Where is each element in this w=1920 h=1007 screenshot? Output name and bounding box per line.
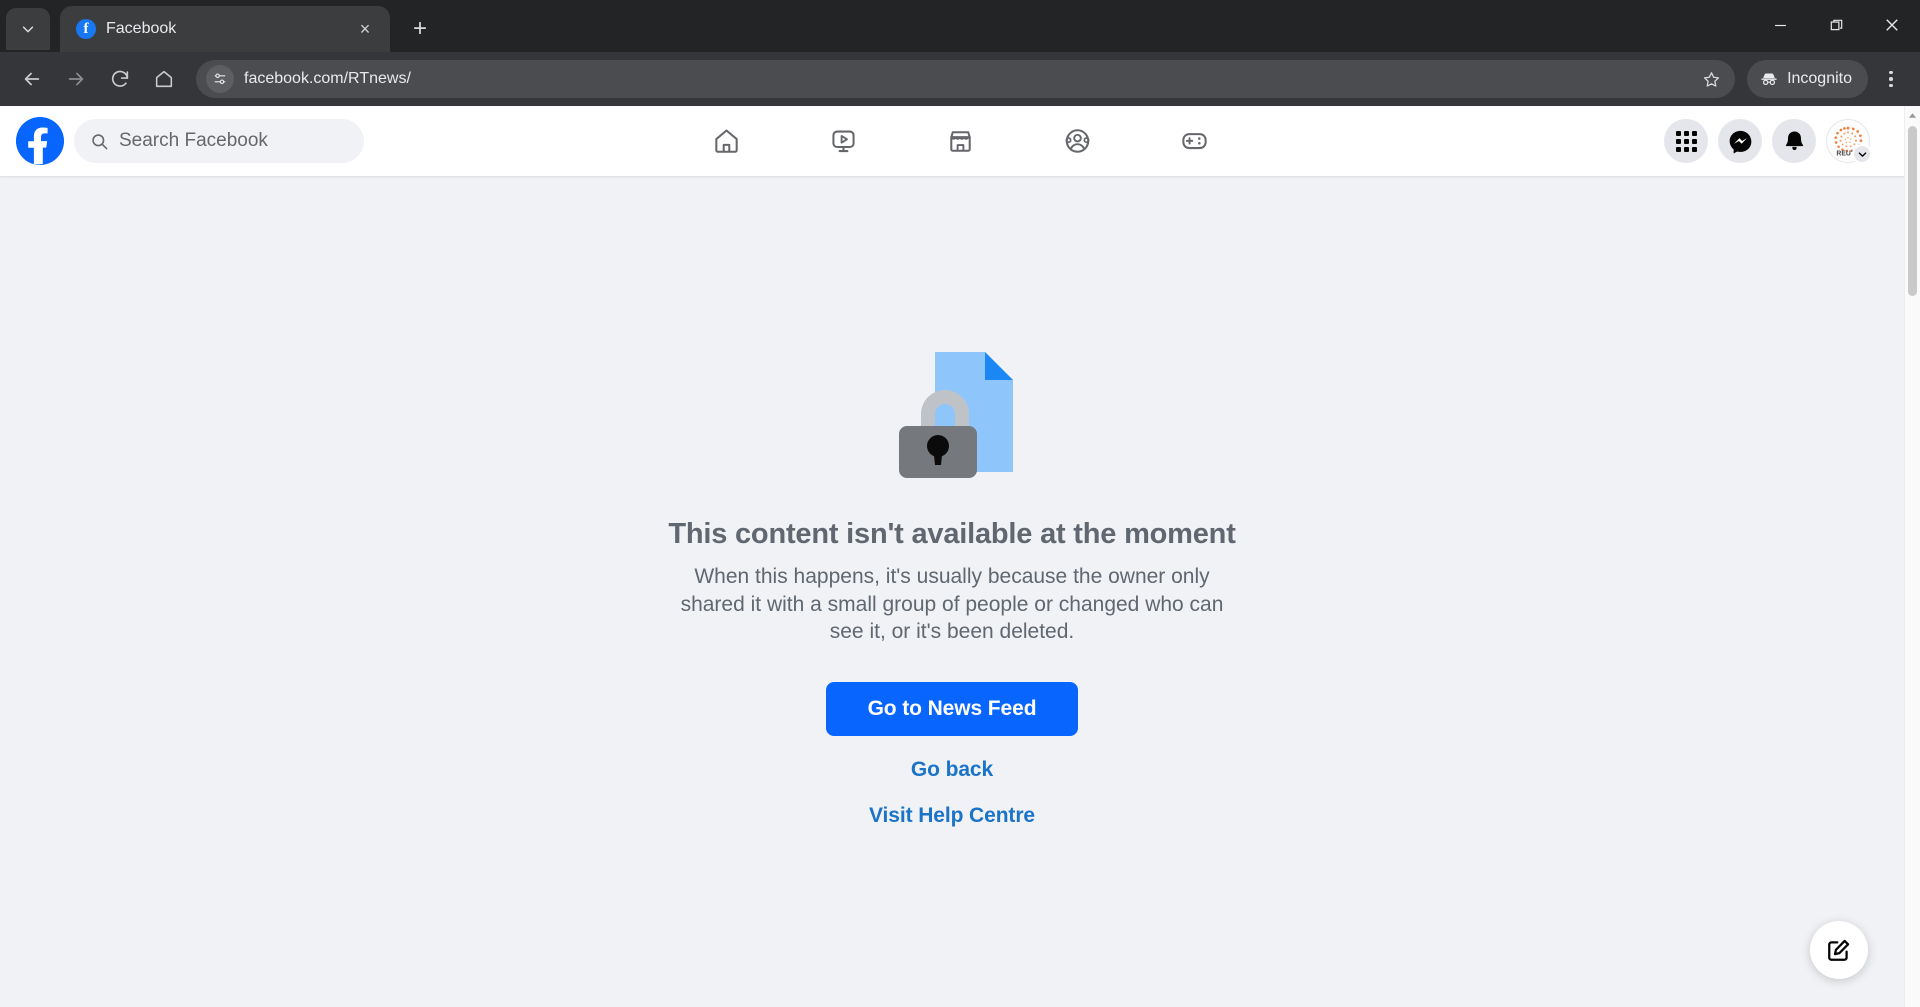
incognito-label: Incognito	[1787, 70, 1852, 87]
go-back-link[interactable]: Go back	[911, 758, 993, 782]
gaming-icon	[1181, 133, 1207, 150]
menu-grid-button[interactable]	[1664, 119, 1708, 163]
nav-tab-home[interactable]	[668, 112, 785, 170]
back-button[interactable]	[12, 59, 52, 99]
search-input[interactable]: Search Facebook	[74, 119, 364, 163]
locked-document-icon	[899, 352, 1013, 478]
grid-dot	[1683, 138, 1689, 144]
messenger-icon	[1729, 130, 1751, 153]
home-icon	[155, 70, 173, 88]
groups-icon	[1064, 129, 1089, 153]
browser-toolbar: facebook.com/RTnews/ Incognito	[0, 52, 1920, 106]
dot	[1889, 83, 1893, 88]
nav-tab-marketplace[interactable]	[902, 112, 1019, 170]
browser-titlebar: f Facebook × +	[0, 0, 1920, 52]
close-icon	[1886, 19, 1898, 31]
maximize-button[interactable]	[1808, 0, 1864, 50]
reload-icon	[111, 70, 129, 87]
messenger-button[interactable]	[1718, 119, 1762, 163]
chevron-down-icon	[22, 26, 34, 33]
window-controls	[1752, 0, 1920, 50]
incognito-indicator[interactable]: Incognito	[1747, 60, 1868, 98]
avatar[interactable]: REUTE	[1826, 119, 1872, 164]
tab-close-button[interactable]: ×	[352, 16, 378, 42]
error-content: This content isn't available at the mome…	[0, 176, 1904, 1007]
grid-dot	[1675, 130, 1681, 136]
navbar-actions: REUTE	[1664, 119, 1904, 164]
home-icon	[714, 129, 738, 153]
arrow-left-icon	[24, 72, 40, 86]
tab-search-button[interactable]	[6, 8, 50, 50]
dot	[1889, 70, 1893, 75]
video-icon	[831, 130, 855, 153]
restore-icon	[1830, 19, 1842, 30]
close-button[interactable]	[1864, 0, 1920, 50]
grid-dot	[1691, 138, 1697, 144]
page-viewport: Search Facebook REUTE This content isn't…	[0, 106, 1920, 1007]
grid-dot	[1675, 146, 1681, 152]
compose-icon	[1828, 939, 1850, 961]
reload-button[interactable]	[100, 59, 140, 99]
home-button[interactable]	[144, 59, 184, 99]
site-info-button[interactable]	[206, 65, 234, 93]
grid-dot	[1683, 130, 1689, 136]
dot	[1889, 77, 1893, 81]
new-tab-button[interactable]: +	[402, 11, 438, 47]
account-chevron-button[interactable]	[1852, 144, 1872, 164]
bell-icon	[1785, 131, 1803, 150]
go-to-news-feed-button[interactable]: Go to News Feed	[825, 682, 1079, 737]
notifications-button[interactable]	[1772, 119, 1816, 163]
facebook-logo-icon[interactable]	[16, 117, 64, 165]
grid-icon	[1675, 130, 1697, 152]
tab-title: Facebook	[106, 20, 177, 37]
nav-tab-groups[interactable]	[1019, 112, 1136, 170]
url-text[interactable]: facebook.com/RTnews/	[244, 70, 1685, 88]
chrome-menu-button[interactable]	[1874, 59, 1908, 99]
arrow-right-icon	[68, 72, 84, 86]
marketplace-icon	[949, 131, 971, 152]
facebook-navbar: Search Facebook REUTE	[0, 106, 1920, 176]
facebook-f-glyph	[16, 117, 64, 165]
grid-dot	[1675, 138, 1681, 144]
chevron-down-icon	[1858, 151, 1866, 157]
incognito-icon	[1761, 73, 1777, 86]
scrollbar-thumb[interactable]	[1908, 126, 1917, 296]
nav-tab-gaming[interactable]	[1136, 112, 1253, 170]
grid-dot	[1691, 146, 1697, 152]
navbar-left: Search Facebook	[16, 117, 364, 165]
browser-tab[interactable]: f Facebook ×	[60, 6, 390, 52]
grid-dot	[1683, 146, 1689, 152]
tune-icon	[214, 73, 226, 85]
forward-button[interactable]	[56, 59, 96, 99]
error-description: When this happens, it's usually because …	[680, 565, 1224, 644]
page-scrollbar[interactable]	[1904, 106, 1920, 1007]
address-bar[interactable]: facebook.com/RTnews/	[196, 60, 1736, 98]
error-title: This content isn't available at the mome…	[668, 518, 1236, 550]
facebook-favicon: f	[76, 19, 96, 39]
visit-help-centre-link[interactable]: Visit Help Centre	[869, 804, 1035, 828]
nav-tab-video[interactable]	[785, 112, 902, 170]
star-icon	[1703, 71, 1719, 87]
caret-up-icon	[1908, 112, 1917, 118]
browser-window: f Facebook × + facebook.com/RTnews/ Inco…	[0, 0, 1920, 1007]
navbar-tabs	[668, 112, 1253, 170]
create-post-button[interactable]	[1810, 921, 1868, 979]
search-placeholder: Search Facebook	[119, 130, 268, 151]
minimize-button[interactable]	[1752, 0, 1808, 50]
minimize-icon	[1774, 24, 1786, 26]
bookmark-button[interactable]	[1695, 63, 1727, 95]
scroll-up-button[interactable]	[1908, 106, 1917, 124]
grid-dot	[1691, 130, 1697, 136]
search-icon	[92, 133, 108, 149]
